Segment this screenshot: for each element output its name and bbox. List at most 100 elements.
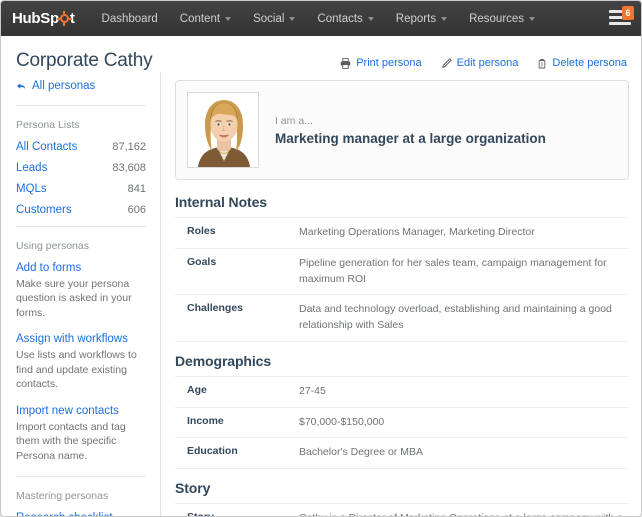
delete-persona-button[interactable]: Delete persona (537, 57, 627, 69)
section-title: Story (175, 480, 629, 496)
help-description: Import contacts and tag them with the sp… (16, 420, 146, 463)
nav-item-dashboard[interactable]: Dashboard (91, 4, 169, 34)
nav-item-social[interactable]: Social (242, 4, 306, 34)
page-header: Corporate Cathy Print persona Edit perso… (1, 36, 641, 72)
i-am-a-label: I am a... (275, 115, 546, 127)
detail-sections: Internal Notes RolesMarketing Operations … (175, 194, 629, 517)
persona-list-name[interactable]: Customers (16, 204, 72, 216)
sidebar-divider-top (16, 105, 146, 106)
persona-list-name[interactable]: All Contacts (16, 141, 77, 153)
help-block: Research checklistGather details from su… (16, 512, 146, 517)
hamburger-menu-button[interactable]: 6 (609, 8, 631, 28)
persona-summary-text: I am a... Marketing manager at a large o… (275, 115, 546, 146)
help-link[interactable]: Add to forms (16, 262, 146, 274)
section-title: Internal Notes (175, 194, 629, 210)
logo-text-before: HubSp (12, 10, 59, 27)
detail-value: Data and technology overload, establishi… (299, 302, 629, 334)
detail-row: Age27-45 (175, 376, 629, 407)
hubspot-logo[interactable]: HubSpt (12, 10, 75, 27)
detail-label: Story (187, 511, 299, 517)
persona-lists-heading: Persona Lists (16, 119, 146, 131)
nav-item-label: Dashboard (102, 13, 158, 25)
sidebar: All personas Persona Lists All Contacts 8… (1, 72, 161, 517)
nav-item-label: Contacts (317, 13, 362, 25)
main-nav-list: Dashboard Content Social Contacts Reports Res… (91, 4, 547, 34)
sidebar-divider-mastering (16, 476, 146, 477)
chevron-down-icon (225, 17, 231, 21)
headshot-illustration (190, 95, 258, 167)
print-persona-button[interactable]: Print persona (340, 57, 421, 69)
section-title: Demographics (175, 353, 629, 369)
top-navigation-bar: HubSpt Dashboard Content Social Contacts Rep… (1, 1, 641, 36)
trash-icon (537, 58, 547, 69)
persona-list-name[interactable]: Leads (16, 162, 47, 174)
back-link-label: All personas (32, 80, 95, 92)
persona-role-value: Marketing manager at a large organizatio… (275, 131, 546, 146)
help-link[interactable]: Import new contacts (16, 405, 146, 417)
using-personas-list: Add to formsMake sure your persona quest… (16, 262, 146, 463)
detail-label: Roles (187, 225, 299, 237)
detail-row: EducationBachelor's Degree or MBA (175, 437, 629, 469)
persona-list-count: 841 (128, 183, 146, 195)
nav-item-label: Resources (469, 13, 524, 25)
detail-value: Pipeline generation for her sales team, … (299, 256, 629, 288)
help-block: Import new contacts Import contacts and t… (16, 405, 146, 463)
detail-section: Internal Notes RolesMarketing Operations … (175, 194, 629, 342)
nav-item-label: Social (253, 13, 284, 25)
detail-row: Income$70,000-$150,000 (175, 407, 629, 438)
notification-badge: 6 (622, 6, 634, 20)
detail-label: Income (187, 415, 299, 427)
detail-row: StoryCathy is a Director of Marketing Op… (175, 503, 629, 517)
mastering-personas-list: Research checklistGather details from su… (16, 512, 146, 517)
print-persona-label: Print persona (356, 57, 421, 69)
chevron-down-icon (289, 17, 295, 21)
persona-list-name[interactable]: MQLs (16, 183, 47, 195)
detail-value: $70,000-$150,000 (299, 415, 629, 431)
nav-item-contacts[interactable]: Contacts (306, 4, 384, 34)
delete-persona-label: Delete persona (552, 57, 627, 69)
help-link[interactable]: Assign with workflows (16, 333, 146, 345)
persona-list-row[interactable]: All Contacts 87,162 (16, 141, 146, 153)
detail-value: Cathy is a Director of Marketing Operati… (299, 511, 629, 517)
sidebar-divider-using (16, 226, 146, 227)
all-personas-back-link[interactable]: All personas (16, 80, 146, 92)
persona-list-count: 83,608 (112, 162, 146, 174)
detail-value: 27-45 (299, 384, 629, 400)
persona-list-row[interactable]: Customers 606 (16, 204, 146, 216)
printer-icon (340, 58, 351, 69)
sprocket-icon (59, 13, 70, 24)
persona-list-row[interactable]: MQLs 841 (16, 183, 146, 195)
persona-summary-card: I am a... Marketing manager at a large o… (175, 80, 629, 180)
menu-bar-3 (609, 22, 631, 25)
header-actions: Print persona Edit persona Delete person… (340, 50, 627, 69)
detail-label: Age (187, 384, 299, 396)
nav-item-resources[interactable]: Resources (458, 4, 546, 34)
detail-value: Marketing Operations Manager, Marketing … (299, 225, 629, 241)
persona-list-count: 87,162 (112, 141, 146, 153)
nav-item-label: Reports (396, 13, 436, 25)
detail-label: Education (187, 445, 299, 457)
persona-lists: All Contacts 87,162 Leads 83,608 MQLs 841 Cust… (16, 141, 146, 216)
using-personas-heading: Using personas (16, 240, 146, 252)
help-block: Add to formsMake sure your persona quest… (16, 262, 146, 320)
nav-item-content[interactable]: Content (169, 4, 242, 34)
persona-list-row[interactable]: Leads 83,608 (16, 162, 146, 174)
pencil-icon (441, 58, 452, 69)
edit-persona-label: Edit persona (457, 57, 519, 69)
help-link[interactable]: Research checklist (16, 512, 146, 517)
detail-section: DemographicsAge27-45Income$70,000-$150,0… (175, 353, 629, 469)
detail-value: Bachelor's Degree or MBA (299, 445, 629, 461)
body-wrapper: All personas Persona Lists All Contacts 8… (1, 72, 641, 517)
persona-photo (187, 92, 259, 168)
help-description: Use lists and workflows to find and upda… (16, 348, 146, 391)
edit-persona-button[interactable]: Edit persona (441, 57, 519, 69)
detail-label: Goals (187, 256, 299, 268)
arrow-left-icon (16, 82, 26, 91)
persona-list-count: 606 (128, 204, 146, 216)
nav-item-label: Content (180, 13, 220, 25)
detail-row: GoalsPipeline generation for her sales t… (175, 248, 629, 295)
chevron-down-icon (441, 17, 447, 21)
nav-item-reports[interactable]: Reports (385, 4, 458, 34)
detail-row: RolesMarketing Operations Manager, Marke… (175, 217, 629, 248)
chevron-down-icon (529, 17, 535, 21)
